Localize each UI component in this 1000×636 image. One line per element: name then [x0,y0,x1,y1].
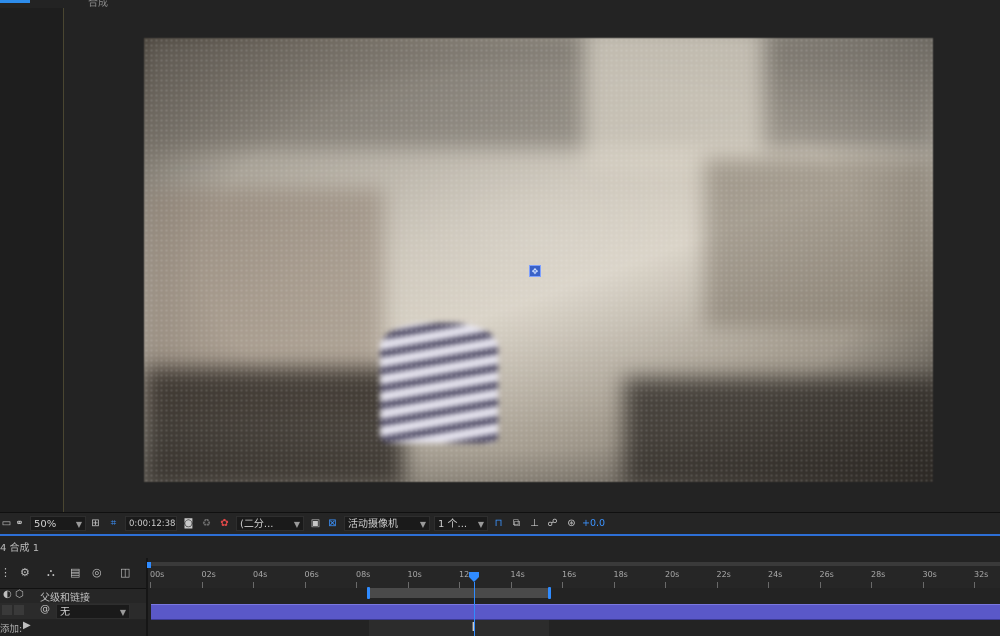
ruler-tick [922,582,924,588]
ruler-tick [974,582,975,588]
ruler-tick [201,582,203,588]
work-area-bar[interactable] [368,588,550,598]
show-snapshot-icon[interactable]: ♻ [200,517,213,530]
work-area-end-handle[interactable] [548,587,552,599]
ruler-tick [819,582,821,588]
work-area-start-handle[interactable] [366,587,370,599]
layer-switch[interactable] [14,605,24,615]
ruler-label: 08s [356,570,371,579]
parent-value: 无 [60,607,70,618]
ruler-tick [665,582,666,588]
ruler-tick [562,582,563,588]
ruler-tick [304,582,306,588]
ruler-tick [768,582,769,588]
resolution-value: (二分... [240,519,274,530]
mask-icon[interactable]: ⚭ [13,517,26,530]
ruler-label: 14s [510,570,525,579]
time-navigator-start-handle[interactable] [147,562,151,568]
reset-exposure-icon[interactable]: ⊛ [565,517,578,530]
frame-blending-icon[interactable]: ▤ [70,566,80,579]
lock-icon[interactable]: ⬡ [15,589,24,600]
grid-icon[interactable]: ⊞ [89,517,102,530]
graph-editor-icon[interactable]: ◫ [120,566,130,579]
viewer-toolbar: ▭ ⚭ 50% ▼ ⊞ ⌗ 0:00:12:38 ◙ ♻ ✿ (二分... ▼ ▣ … [0,512,1000,535]
ruler-label: 04s [253,570,268,579]
project-panel [0,8,64,512]
shy-layers-icon[interactable]: ⛬ [47,566,55,580]
viewer-icon[interactable]: ▭ [0,517,13,530]
ruler-tick [613,582,615,588]
add-menu-icon[interactable]: ▶ [23,620,31,631]
views-value: 1 个... [438,519,468,530]
add-label: 添加: [0,624,23,635]
camera-dropdown[interactable]: 活动摄像机 ▼ [344,516,430,531]
ruler-label: 16s [562,570,577,579]
fast-preview-icon[interactable]: ▣ [309,517,322,530]
ruler-label: 06s [304,570,319,579]
flowchart-icon[interactable]: ☍ [546,517,559,530]
resolution-dropdown[interactable]: (二分... ▼ [236,516,304,531]
panel-tab-strip [0,0,1000,8]
region-icon[interactable]: ⌗ [107,517,120,530]
chevron-down-icon: ▼ [75,520,82,529]
color-channel-icon[interactable]: ✿ [218,517,231,530]
exposure-value[interactable]: +0.0 [582,517,605,530]
pick-whip-icon[interactable]: @ [40,604,50,615]
chevron-down-icon: ▼ [419,520,426,529]
comp-mini-flowchart-icon[interactable]: ⚙ [20,566,30,579]
layer-switch[interactable] [2,605,12,615]
zoom-dropdown[interactable]: 50% ▼ [30,516,86,531]
layer-duration-bar[interactable] [151,604,1000,620]
ruler-tick [253,582,254,588]
ruler-label: 00s [150,570,165,579]
ruler-label: 30s [922,570,937,579]
ruler-label: 22s [716,570,731,579]
layer-row[interactable]: @ 无 ▼ [0,603,146,619]
3d-view-icon[interactable]: ⊓ [492,517,505,530]
camera-value: 活动摄像机 [348,519,398,530]
ruler-tick [356,582,357,588]
composition-frame[interactable] [144,38,933,482]
active-tab-indicator [0,0,30,3]
layer-header-row: ◐ ⬡ 父级和链接 [0,588,146,604]
ruler-label: 26s [819,570,834,579]
transparency-grid-icon[interactable]: ⊠ [326,517,339,530]
chevron-down-icon: ▼ [119,608,126,617]
timeline-switches-bar: ⋮ ⚙ ⛬ ▤ ◎ ◫ [0,560,146,586]
ruler-label: 18s [613,570,628,579]
ruler-label: 02s [201,570,216,579]
ruler-tick [871,582,872,588]
parent-dropdown[interactable]: 无 ▼ [56,604,130,619]
motion-blur-icon[interactable]: ◎ [92,566,102,579]
solo-icon[interactable]: ◐ [3,589,12,600]
ruler-tick [716,582,718,588]
chevron-down-icon: ▼ [477,520,484,529]
camera-snapshot-icon[interactable]: ◙ [182,517,195,530]
menu-icon[interactable]: ⋮ [0,566,11,579]
region-of-interest-icon[interactable]: ⧉ [510,517,523,530]
timecode-field[interactable]: 0:00:12:38 [125,516,177,531]
anchor-point-icon[interactable]: ✥ [529,265,541,277]
parent-column-header[interactable]: 父级和链接 [40,589,90,604]
halftone-overlay [144,38,933,482]
timeline-icon[interactable]: ⊥ [528,517,541,530]
ruler-label: 24s [768,570,783,579]
zoom-value: 50% [34,519,57,530]
ruler-tick [150,582,151,588]
ruler-label: 20s [665,570,680,579]
ruler-label: 10s [407,570,422,579]
playhead-line[interactable] [474,582,476,636]
timeline-comp-tab[interactable]: 4 合成 1 [0,539,39,554]
add-effect-row: 添加: ▶ [0,620,146,636]
chevron-down-icon: ▼ [293,520,300,529]
ruler-label: 32s [974,570,989,579]
ruler-label: 28s [871,570,886,579]
work-area-shadow [368,620,550,636]
views-dropdown[interactable]: 1 个... ▼ [434,516,488,531]
playhead-icon[interactable] [469,572,480,582]
time-navigator[interactable] [148,562,1000,566]
